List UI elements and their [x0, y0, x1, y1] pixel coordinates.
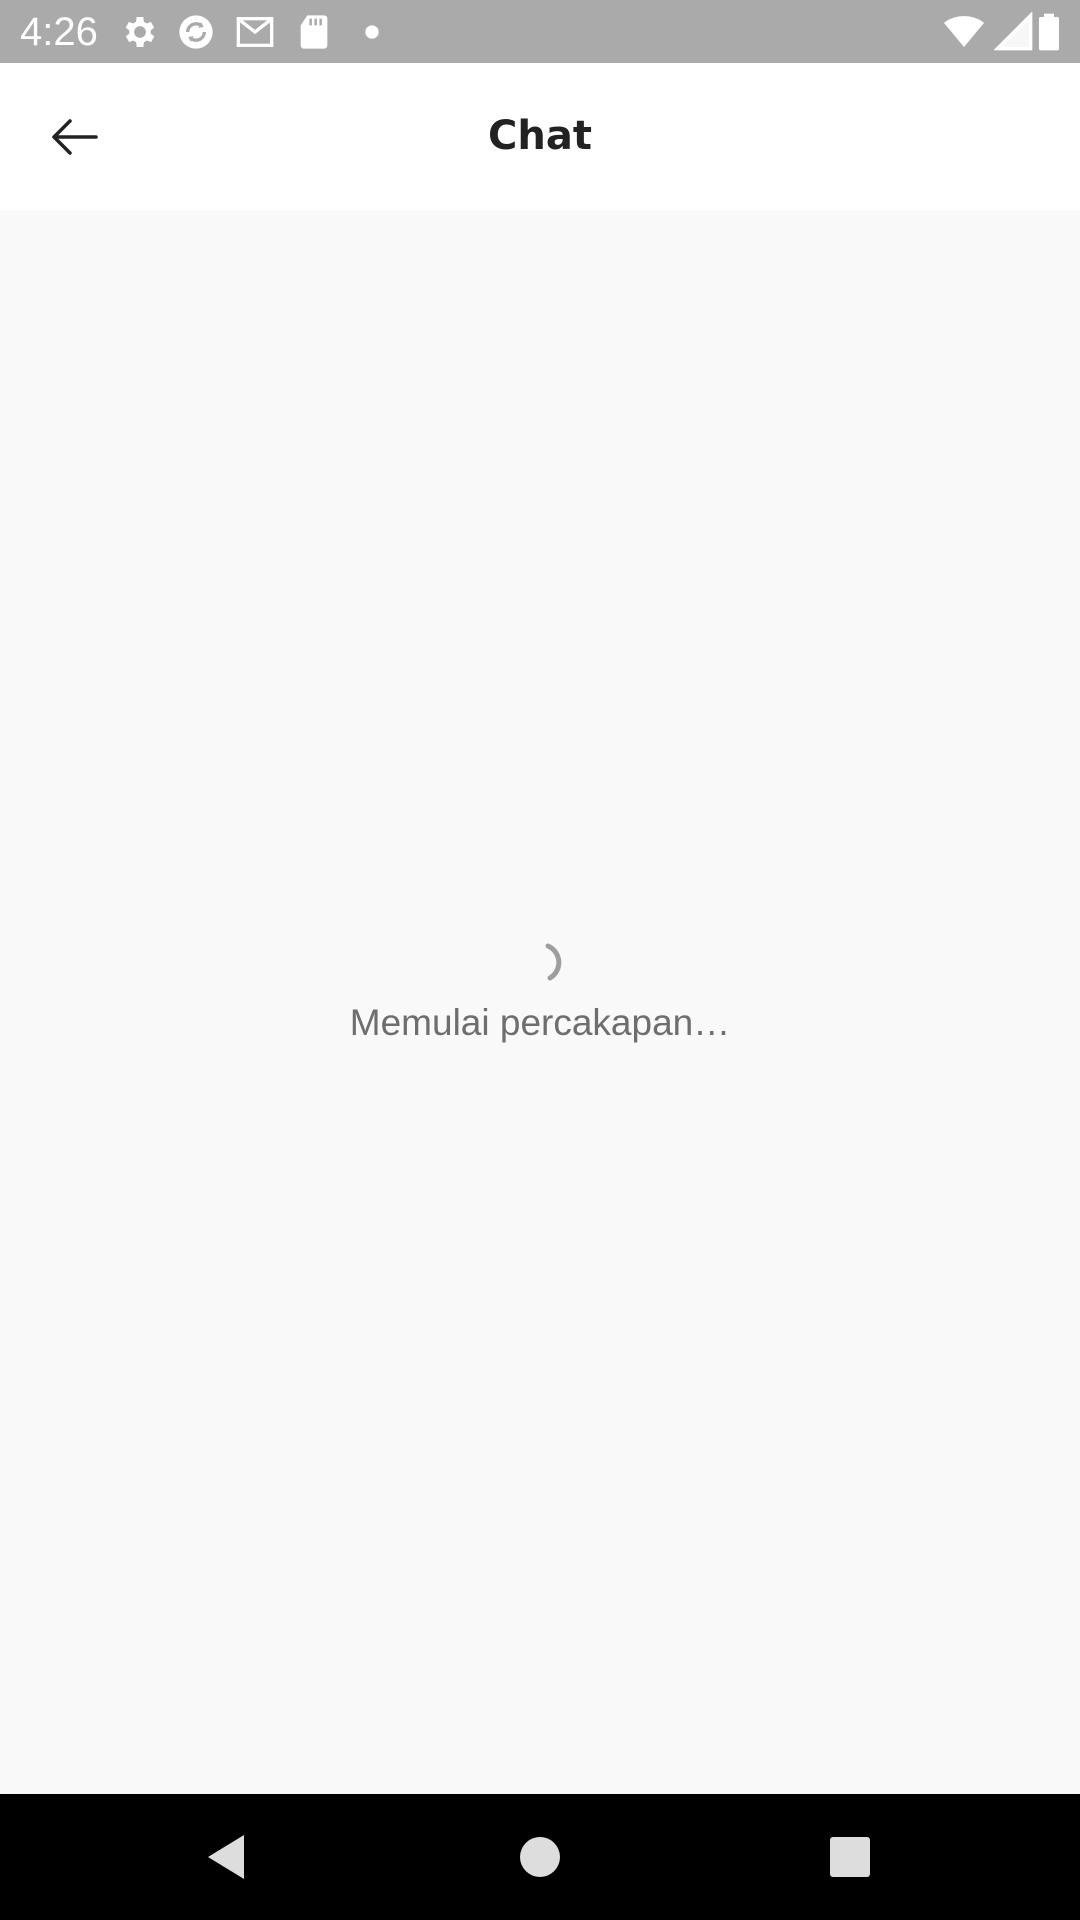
- battery-icon: [1039, 13, 1059, 51]
- signal-icon: [994, 12, 1033, 51]
- gear-icon: [125, 17, 155, 47]
- nav-back-button[interactable]: [196, 1827, 256, 1887]
- status-bar: 4:26: [0, 0, 1080, 63]
- navigation-bar: [0, 1794, 1080, 1920]
- sd-card-icon: [300, 15, 328, 49]
- nav-recents-button[interactable]: [820, 1827, 880, 1887]
- gmail-icon: [236, 17, 274, 47]
- screen: 4:26 Chat Memulai percakapan…: [0, 0, 1080, 1920]
- chat-content: Memulai percakapan…: [0, 210, 1080, 1794]
- page-title: Chat: [488, 113, 592, 159]
- dot-icon: [365, 25, 379, 39]
- status-time: 4:26: [20, 10, 98, 54]
- loading-text: Memulai percakapan…: [349, 1002, 731, 1043]
- wifi-icon: [944, 16, 984, 47]
- back-triangle-icon: [208, 1835, 244, 1879]
- home-circle-icon: [520, 1837, 560, 1877]
- app-bar: Chat: [0, 63, 1080, 210]
- recents-square-icon: [830, 1837, 870, 1877]
- nav-home-button[interactable]: [510, 1827, 570, 1887]
- spinner-icon: [545, 943, 562, 981]
- sync-icon: [179, 15, 213, 49]
